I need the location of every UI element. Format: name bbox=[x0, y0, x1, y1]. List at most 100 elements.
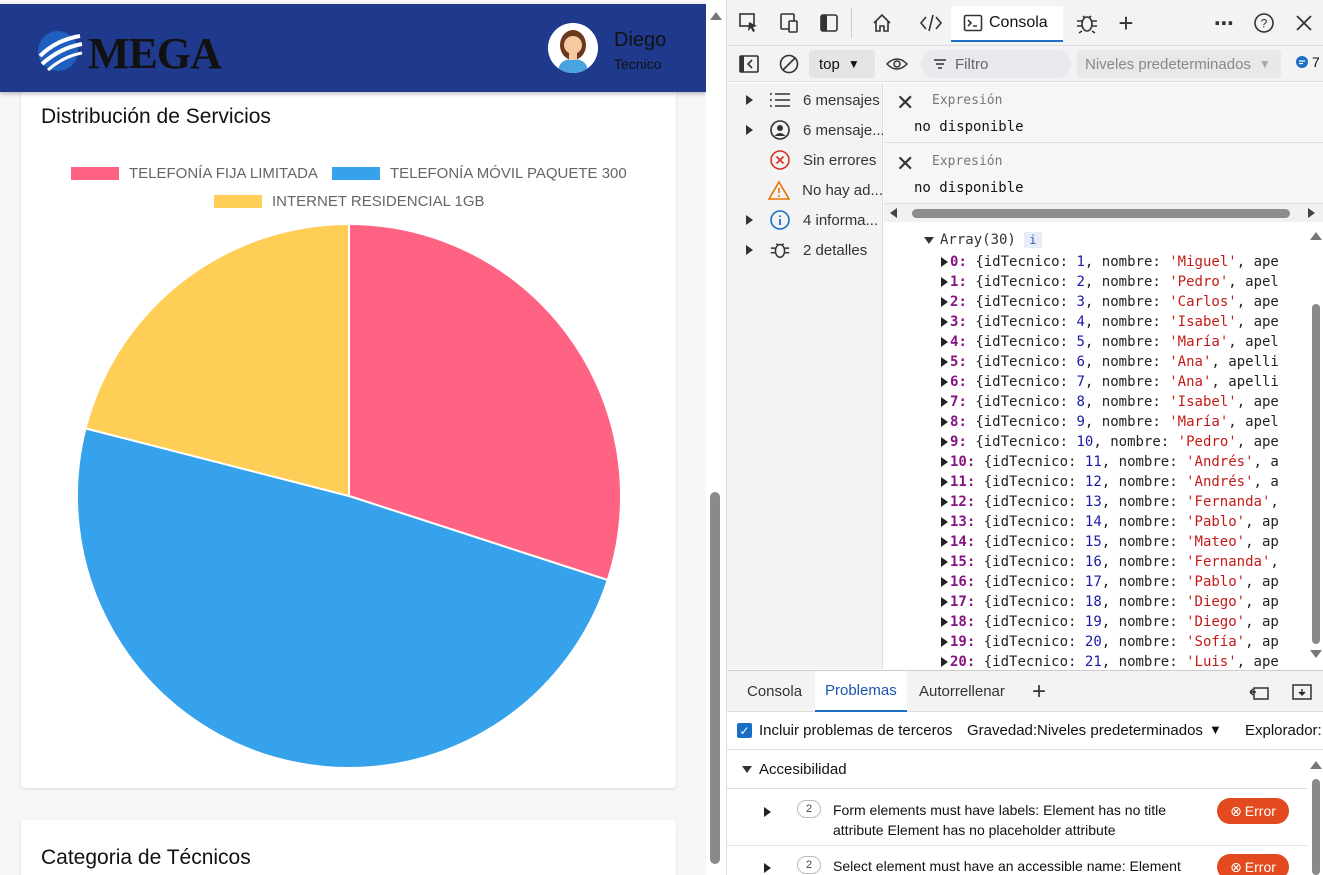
expression-label[interactable]: Expresión bbox=[932, 154, 1002, 169]
array-row[interactable]: 7: {idTecnico: 8, nombre: 'Isabel', ape bbox=[941, 392, 1279, 412]
expand-arrow-icon[interactable] bbox=[941, 257, 948, 267]
array-row[interactable]: 17: {idTecnico: 18, nombre: 'Diego', ap bbox=[941, 592, 1279, 612]
sidebar-item-info[interactable]: 4 informa... bbox=[727, 205, 883, 235]
clear-console-icon[interactable] bbox=[777, 52, 801, 76]
expand-arrow-icon[interactable] bbox=[746, 245, 753, 255]
array-row[interactable]: 5: {idTecnico: 6, nombre: 'Ana', apelli bbox=[941, 352, 1279, 372]
issue-row[interactable]: 2 Form elements must have labels: Elemen… bbox=[727, 790, 1307, 846]
problems-scrollbar[interactable] bbox=[1307, 751, 1323, 875]
services-pie-chart[interactable] bbox=[75, 222, 623, 770]
array-row[interactable]: 0: {idTecnico: 1, nombre: 'Miguel', ape bbox=[941, 252, 1279, 272]
expand-arrow-icon[interactable] bbox=[941, 537, 948, 547]
array-row[interactable]: 8: {idTecnico: 9, nombre: 'María', apel bbox=[941, 412, 1279, 432]
array-row[interactable]: 19: {idTecnico: 20, nombre: 'Sofía', ap bbox=[941, 632, 1279, 652]
add-drawer-tab-icon[interactable]: + bbox=[1027, 678, 1051, 705]
accessibility-section[interactable]: Accesibilidad bbox=[727, 751, 1307, 789]
array-row[interactable]: 15: {idTecnico: 16, nombre: 'Fernanda', bbox=[941, 552, 1287, 572]
array-row[interactable]: 3: {idTecnico: 4, nombre: 'Isabel', ape bbox=[941, 312, 1279, 332]
array-row[interactable]: 11: {idTecnico: 12, nombre: 'Andrés', a bbox=[941, 472, 1279, 492]
page-scrollbar-thumb[interactable] bbox=[710, 492, 720, 864]
array-row[interactable]: 14: {idTecnico: 15, nombre: 'Mateo', ap bbox=[941, 532, 1279, 552]
expand-arrow-icon[interactable] bbox=[941, 657, 948, 667]
drawer-tab-autofill[interactable]: Autorrellenar bbox=[909, 671, 1015, 712]
expression-label[interactable]: Expresión bbox=[932, 93, 1002, 108]
expand-arrow-icon[interactable] bbox=[764, 807, 771, 817]
scroll-up-arrow-icon[interactable] bbox=[710, 12, 722, 20]
array-row[interactable]: 13: {idTecnico: 14, nombre: 'Pablo', ap bbox=[941, 512, 1279, 532]
device-toolbar-icon[interactable] bbox=[777, 11, 801, 35]
expand-arrow-icon[interactable] bbox=[941, 397, 948, 407]
move-to-top-icon[interactable] bbox=[1247, 680, 1271, 704]
caret-down-icon[interactable]: ▼ bbox=[1209, 722, 1222, 737]
array-row[interactable]: 6: {idTecnico: 7, nombre: 'Ana', apelli bbox=[941, 372, 1279, 392]
array-row[interactable]: 18: {idTecnico: 19, nombre: 'Diego', ap bbox=[941, 612, 1279, 632]
expand-arrow-icon[interactable] bbox=[941, 417, 948, 427]
legend-item-fija[interactable]: TELEFONÍA FIJA LIMITADA bbox=[71, 165, 318, 182]
issue-row[interactable]: 2 Select element must have an accessible… bbox=[727, 846, 1307, 875]
mega-logo[interactable]: MEGA bbox=[36, 26, 236, 78]
array-row[interactable]: 2: {idTecnico: 3, nombre: 'Carlos', ape bbox=[941, 292, 1279, 312]
tab-console[interactable]: Consola bbox=[951, 6, 1063, 42]
expand-arrow-icon[interactable] bbox=[941, 477, 948, 487]
array-row[interactable]: 20: {idTecnico: 21, nombre: 'Luis', ape bbox=[941, 652, 1279, 669]
drawer-tab-console[interactable]: Consola bbox=[737, 671, 812, 712]
horizontal-scrollbar-thumb[interactable] bbox=[912, 209, 1290, 218]
avatar[interactable] bbox=[548, 23, 598, 73]
expand-arrow-icon[interactable] bbox=[941, 637, 948, 647]
expand-arrow-icon[interactable] bbox=[746, 95, 753, 105]
elements-icon[interactable] bbox=[919, 11, 943, 35]
sidebar-item-warnings[interactable]: No hay ad... bbox=[727, 175, 883, 205]
scroll-up-arrow-icon[interactable] bbox=[1310, 232, 1322, 240]
sidebar-item-messages[interactable]: 6 mensajes bbox=[727, 85, 883, 115]
page-scrollbar[interactable] bbox=[706, 0, 726, 875]
sidebar-toggle-icon[interactable] bbox=[737, 52, 761, 76]
collapse-arrow-icon[interactable] bbox=[742, 766, 752, 773]
horizontal-scrollbar[interactable] bbox=[884, 204, 1323, 222]
sidebar-item-verbose[interactable]: 2 detalles bbox=[727, 235, 883, 265]
drawer-tab-problems[interactable]: Problemas bbox=[815, 671, 907, 712]
array-row[interactable]: 1: {idTecnico: 2, nombre: 'Pedro', apel bbox=[941, 272, 1279, 292]
expand-arrow-icon[interactable] bbox=[941, 617, 948, 627]
levels-select[interactable]: Niveles predeterminados ▼ bbox=[1077, 50, 1281, 78]
array-row[interactable]: 4: {idTecnico: 5, nombre: 'María', apel bbox=[941, 332, 1279, 352]
message-count-badge[interactable]: 7 bbox=[1295, 54, 1320, 70]
expand-arrow-icon[interactable] bbox=[746, 215, 753, 225]
expand-arrow-icon[interactable] bbox=[941, 317, 948, 327]
expand-arrow-icon[interactable] bbox=[764, 863, 771, 873]
expand-arrow-icon[interactable] bbox=[941, 497, 948, 507]
live-expression-eye-icon[interactable] bbox=[885, 52, 909, 76]
sidebar-item-errors[interactable]: Sin errores bbox=[727, 145, 883, 175]
console-scrollbar[interactable] bbox=[1307, 222, 1323, 669]
expand-arrow-icon[interactable] bbox=[941, 517, 948, 527]
sidebar-item-user-messages[interactable]: 6 mensaje... bbox=[727, 115, 883, 145]
console-scrollbar-thumb[interactable] bbox=[1312, 304, 1320, 644]
array-row[interactable]: 12: {idTecnico: 13, nombre: 'Fernanda', bbox=[941, 492, 1287, 512]
legend-item-movil[interactable]: TELEFONÍA MÓVIL PAQUETE 300 bbox=[332, 165, 627, 182]
context-select[interactable]: top ▼ bbox=[809, 50, 875, 78]
filter-input[interactable]: Filtro bbox=[921, 50, 1071, 78]
expand-arrow-icon[interactable] bbox=[941, 337, 948, 347]
remove-expression-icon[interactable]: ✕ bbox=[896, 151, 914, 177]
expand-arrow-icon[interactable] bbox=[941, 457, 948, 467]
scroll-up-arrow-icon[interactable] bbox=[1310, 761, 1322, 769]
expand-arrow-icon[interactable] bbox=[941, 297, 948, 307]
expand-arrow-icon[interactable] bbox=[941, 577, 948, 587]
array-row[interactable]: 10: {idTecnico: 11, nombre: 'Andrés', a bbox=[941, 452, 1279, 472]
expand-arrow-icon[interactable] bbox=[941, 357, 948, 367]
expand-arrow-icon[interactable] bbox=[746, 125, 753, 135]
expand-arrow-icon[interactable] bbox=[941, 437, 948, 447]
inspect-icon[interactable] bbox=[737, 11, 761, 35]
more-options-icon[interactable]: ⋯ bbox=[1212, 11, 1236, 35]
add-tab-icon[interactable]: + bbox=[1114, 8, 1138, 38]
scroll-down-arrow-icon[interactable] bbox=[1310, 650, 1322, 658]
array-row[interactable]: 16: {idTecnico: 17, nombre: 'Pablo', ap bbox=[941, 572, 1279, 592]
expand-arrow-icon[interactable] bbox=[941, 557, 948, 567]
legend-item-internet[interactable]: INTERNET RESIDENCIAL 1GB bbox=[214, 193, 485, 210]
info-badge[interactable]: i bbox=[1023, 232, 1042, 248]
scroll-left-arrow-icon[interactable] bbox=[890, 208, 897, 218]
problems-scrollbar-thumb[interactable] bbox=[1312, 779, 1320, 875]
array-header[interactable]: Array(30) i bbox=[924, 231, 1042, 249]
remove-expression-icon[interactable]: ✕ bbox=[896, 90, 914, 116]
collapse-arrow-icon[interactable] bbox=[924, 236, 934, 244]
dock-side-icon[interactable] bbox=[817, 11, 841, 35]
